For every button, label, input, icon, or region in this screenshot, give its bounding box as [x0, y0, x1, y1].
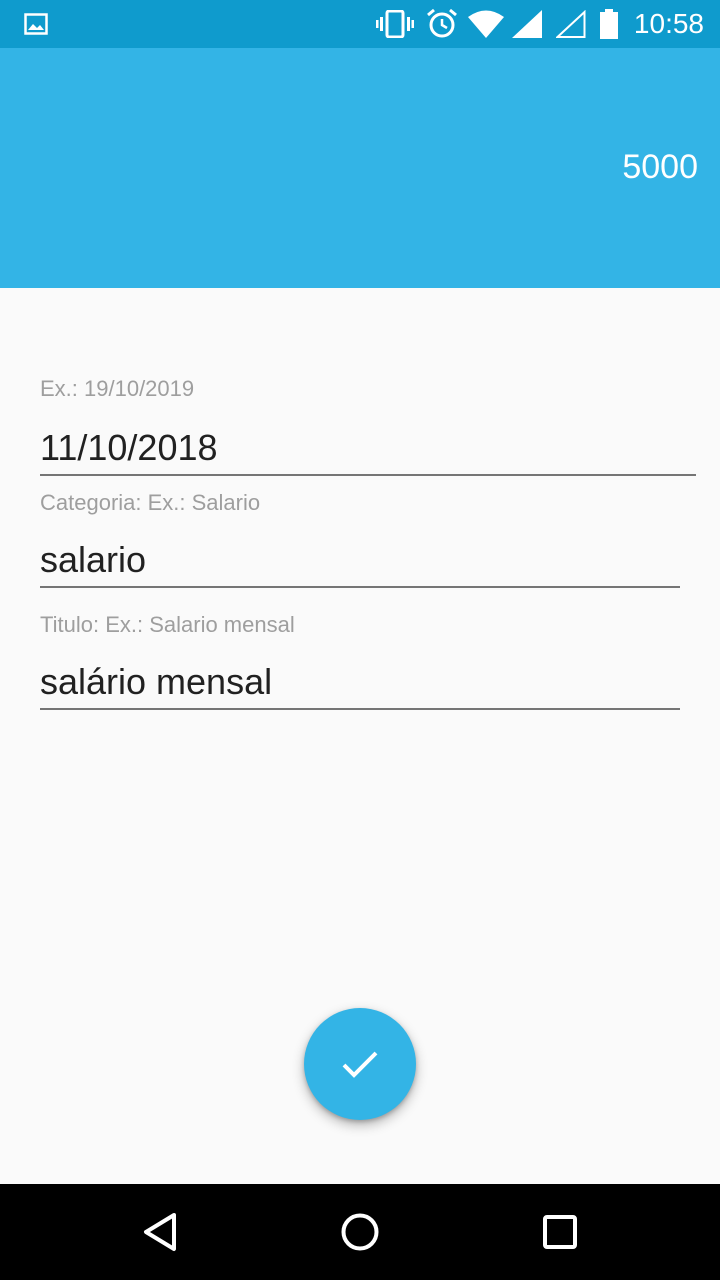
title-field-label: Titulo: Ex.: Salario mensal: [40, 612, 295, 637]
header-amount: 5000: [622, 148, 698, 186]
date-input[interactable]: [40, 422, 696, 476]
vibrate-icon: [376, 0, 414, 48]
date-field-label: Ex.: 19/10/2019: [40, 376, 195, 401]
back-button[interactable]: [100, 1184, 220, 1280]
check-icon: [340, 1048, 380, 1080]
recents-button[interactable]: [500, 1184, 620, 1280]
title-input[interactable]: [40, 656, 680, 710]
image-icon: [24, 0, 48, 48]
header-bar: 5000: [0, 48, 720, 288]
home-button[interactable]: [300, 1184, 420, 1280]
wifi-icon: [468, 0, 504, 48]
battery-icon: [600, 0, 618, 48]
category-input[interactable]: [40, 534, 680, 588]
signal-icon: [512, 0, 542, 48]
signal-empty-icon: [556, 0, 586, 48]
category-field-label: Categoria: Ex.: Salario: [40, 490, 261, 515]
home-icon: [340, 1212, 380, 1252]
navigation-bar: [0, 1184, 720, 1280]
confirm-button[interactable]: [304, 1008, 416, 1120]
status-time: 10:58: [633, 8, 704, 39]
recents-icon: [542, 1214, 578, 1250]
status-bar: 10:58: [0, 0, 720, 48]
alarm-icon: [426, 0, 458, 48]
back-icon: [142, 1212, 178, 1252]
